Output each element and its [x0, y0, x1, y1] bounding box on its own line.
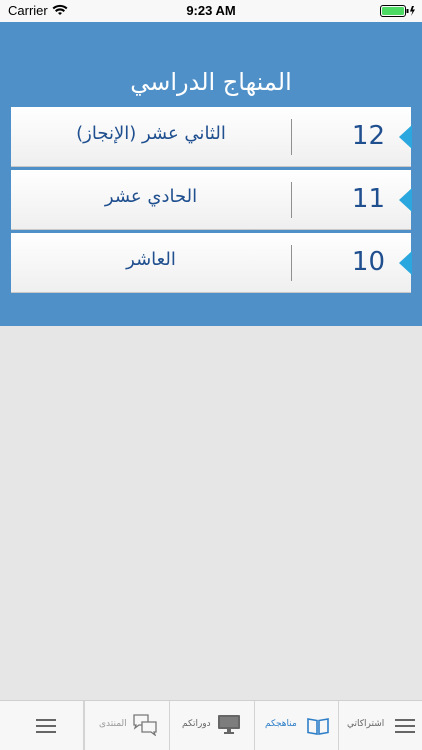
tab-forum[interactable]: المنتدى — [84, 701, 168, 750]
grade-row-11[interactable]: 11 الحادي عشر — [11, 170, 412, 230]
tab-subscriptions-label: اشتراكاتي — [347, 719, 385, 729]
divider — [291, 119, 292, 155]
tab-courses[interactable]: دوراتكم — [169, 701, 253, 750]
menu-icon — [36, 719, 56, 733]
grade-name: العاشر — [126, 249, 176, 270]
grade-name: الثاني عشر (الإنجاز) — [76, 123, 226, 144]
monitor-icon — [218, 715, 240, 734]
list-icon — [395, 719, 415, 733]
grade-row-10[interactable]: 10 العاشر — [11, 233, 412, 293]
grade-row-12[interactable]: 12 الثاني عشر (الإنجاز) — [11, 107, 412, 167]
grade-number: 11 — [351, 184, 385, 214]
tab-curricula-label: مناهجكم — [265, 719, 297, 729]
clock: 9:23 AM — [186, 3, 236, 18]
grade-list: 12 الثاني عشر (الإنجاز) 11 الحادي عشر 10… — [11, 107, 412, 296]
battery-icon — [380, 5, 415, 17]
book-icon — [307, 718, 329, 735]
tab-menu[interactable] — [0, 701, 84, 750]
page-title: المنهاج الدراسي — [130, 68, 292, 96]
grade-number: 10 — [351, 247, 385, 277]
tab-curricula[interactable]: مناهجكم — [254, 701, 338, 750]
divider — [291, 245, 292, 281]
divider — [291, 182, 292, 218]
tab-bar: اشتراكاتي مناهجكم دوراتكم المنتدى — [0, 700, 422, 750]
chevron-left-icon — [399, 251, 412, 275]
tab-forum-label: المنتدى — [99, 719, 127, 729]
tab-subscriptions[interactable]: اشتراكاتي — [338, 701, 422, 750]
grade-name: الحادي عشر — [104, 186, 198, 207]
chat-icon — [133, 714, 157, 736]
tab-courses-label: دوراتكم — [182, 719, 211, 729]
status-bar: Carrier 9:23 AM — [0, 0, 422, 22]
chevron-left-icon — [399, 188, 412, 212]
grade-number: 12 — [351, 121, 385, 151]
chevron-left-icon — [399, 125, 412, 149]
